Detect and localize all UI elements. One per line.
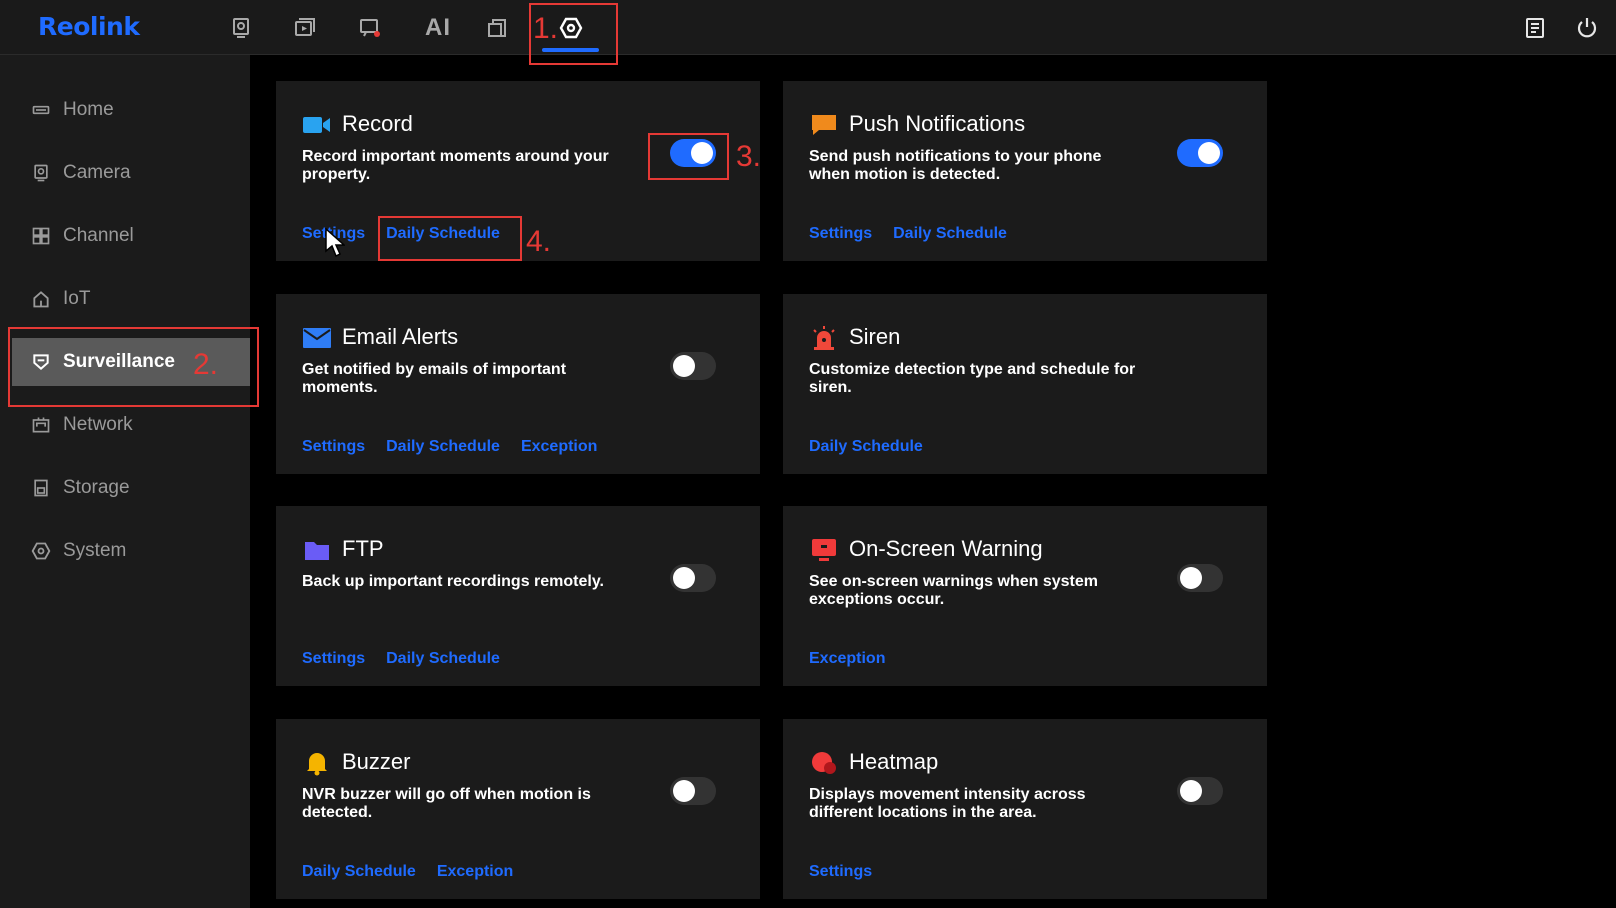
sidebar-item-network[interactable]: Network bbox=[0, 401, 250, 449]
daily-schedule-link[interactable]: Daily Schedule bbox=[809, 438, 923, 456]
toggle-knob bbox=[673, 780, 695, 802]
buzzer-toggle[interactable] bbox=[670, 777, 716, 805]
alert-icon[interactable] bbox=[355, 13, 385, 43]
bell-icon bbox=[302, 749, 332, 777]
sidebar-item-label: Home bbox=[63, 99, 114, 120]
card-description: Back up important recordings remotely. bbox=[302, 573, 604, 590]
grid-icon bbox=[30, 225, 52, 247]
card-title: Record bbox=[342, 111, 413, 136]
toggle-knob bbox=[673, 355, 695, 377]
sidebar-item-label: Network bbox=[63, 414, 133, 435]
exception-link[interactable]: Exception bbox=[521, 438, 597, 456]
daily-schedule-link[interactable]: Daily Schedule bbox=[893, 225, 1007, 243]
ftp-toggle[interactable] bbox=[670, 564, 716, 592]
card-description: Get notified by emails of important mome… bbox=[302, 361, 567, 396]
settings-link[interactable]: Settings bbox=[302, 650, 365, 668]
heatmap-icon bbox=[809, 749, 839, 777]
heatmap-card: Heatmap Displays movement intensity acro… bbox=[783, 719, 1267, 899]
settings-link[interactable]: Settings bbox=[809, 225, 872, 243]
folder-icon bbox=[302, 536, 332, 564]
sidebar-item-camera[interactable]: Camera bbox=[0, 149, 250, 197]
card-title: Buzzer bbox=[342, 749, 411, 774]
house-icon bbox=[30, 288, 52, 310]
card-title: Siren bbox=[849, 324, 901, 349]
toggle-knob bbox=[1180, 567, 1202, 589]
card-description: NVR buzzer will go off when motion is de… bbox=[302, 786, 591, 821]
siren-card: Siren Customize detection type and sched… bbox=[783, 294, 1267, 474]
heatmap-toggle[interactable] bbox=[1177, 777, 1223, 805]
top-bar: Reolink AI bbox=[0, 0, 1616, 55]
annotation-label-1: 1. bbox=[533, 12, 559, 45]
home-display-icon bbox=[30, 99, 52, 121]
sidebar-item-label: Channel bbox=[63, 225, 134, 246]
buzzer-card: Buzzer NVR buzzer will go off when motio… bbox=[276, 719, 760, 899]
annotation-box-record-toggle bbox=[648, 133, 729, 180]
on-screen-warning-toggle[interactable] bbox=[1177, 564, 1223, 592]
push-notifications-card: Push Notifications Send push notificatio… bbox=[783, 81, 1267, 261]
card-description: See on-screen warnings when system excep… bbox=[809, 573, 1098, 608]
ai-menu[interactable]: AI bbox=[418, 13, 458, 43]
monitor-icon[interactable] bbox=[226, 13, 256, 43]
sidebar-item-system[interactable]: System bbox=[0, 527, 250, 575]
siren-icon bbox=[809, 324, 839, 352]
screen-warning-icon bbox=[809, 536, 839, 564]
tablet-icon[interactable] bbox=[482, 13, 512, 43]
sidebar-item-label: IoT bbox=[63, 288, 91, 309]
on-screen-warning-card: On-Screen Warning See on-screen warnings… bbox=[783, 506, 1267, 686]
exception-link[interactable]: Exception bbox=[437, 863, 513, 881]
storage-icon bbox=[30, 477, 52, 499]
card-description: Displays movement intensity across diffe… bbox=[809, 786, 1086, 821]
sidebar-item-label: Camera bbox=[63, 162, 131, 183]
card-title: Push Notifications bbox=[849, 111, 1026, 136]
daily-schedule-link[interactable]: Daily Schedule bbox=[302, 863, 416, 881]
card-description: Send push notifications to your phone wh… bbox=[809, 148, 1102, 183]
annotation-box-surveillance bbox=[8, 327, 259, 407]
daily-schedule-link[interactable]: Daily Schedule bbox=[386, 650, 500, 668]
ai-label: AI bbox=[425, 14, 451, 41]
notes-icon[interactable] bbox=[1520, 13, 1550, 43]
toggle-knob bbox=[673, 567, 695, 589]
card-title: On-Screen Warning bbox=[849, 536, 1043, 561]
sidebar-item-home[interactable]: Home bbox=[0, 86, 250, 134]
playback-icon[interactable] bbox=[290, 13, 320, 43]
sidebar-item-label: Storage bbox=[63, 477, 130, 498]
card-title: Email Alerts bbox=[342, 324, 459, 349]
annotation-label-3: 3. bbox=[736, 140, 762, 173]
annotation-box-daily-schedule bbox=[378, 216, 522, 261]
power-icon[interactable] bbox=[1572, 13, 1602, 43]
sidebar-item-label: System bbox=[63, 540, 127, 561]
mouse-cursor-icon bbox=[325, 228, 345, 258]
sidebar-item-iot[interactable]: IoT bbox=[0, 275, 250, 323]
ftp-card: FTP Back up important recordings remotel… bbox=[276, 506, 760, 686]
settings-link[interactable]: Settings bbox=[302, 438, 365, 456]
reolink-logo: Reolink bbox=[38, 12, 140, 41]
gear-icon bbox=[30, 540, 52, 562]
network-icon bbox=[30, 414, 52, 436]
daily-schedule-link[interactable]: Daily Schedule bbox=[386, 438, 500, 456]
card-title: FTP bbox=[342, 536, 384, 561]
annotation-label-4: 4. bbox=[526, 225, 552, 258]
email-alerts-toggle[interactable] bbox=[670, 352, 716, 380]
sidebar-item-storage[interactable]: Storage bbox=[0, 464, 250, 512]
toggle-knob bbox=[1198, 142, 1220, 164]
settings-link[interactable]: Settings bbox=[809, 863, 872, 881]
envelope-icon bbox=[302, 324, 332, 352]
toggle-knob bbox=[1180, 780, 1202, 802]
push-notifications-toggle[interactable] bbox=[1177, 139, 1223, 167]
email-alerts-card: Email Alerts Get notified by emails of i… bbox=[276, 294, 760, 474]
message-icon bbox=[809, 111, 839, 139]
card-description: Customize detection type and schedule fo… bbox=[809, 361, 1136, 396]
annotation-label-2: 2. bbox=[193, 348, 219, 381]
video-camera-icon bbox=[302, 111, 332, 139]
card-title: Heatmap bbox=[849, 749, 939, 774]
card-description: Record important moments around your pro… bbox=[302, 148, 609, 183]
exception-link[interactable]: Exception bbox=[809, 650, 885, 668]
sidebar-item-channel[interactable]: Channel bbox=[0, 212, 250, 260]
sidebar: Home Camera Channel IoT Surveillance Net… bbox=[0, 55, 250, 908]
camera-icon bbox=[30, 162, 52, 184]
